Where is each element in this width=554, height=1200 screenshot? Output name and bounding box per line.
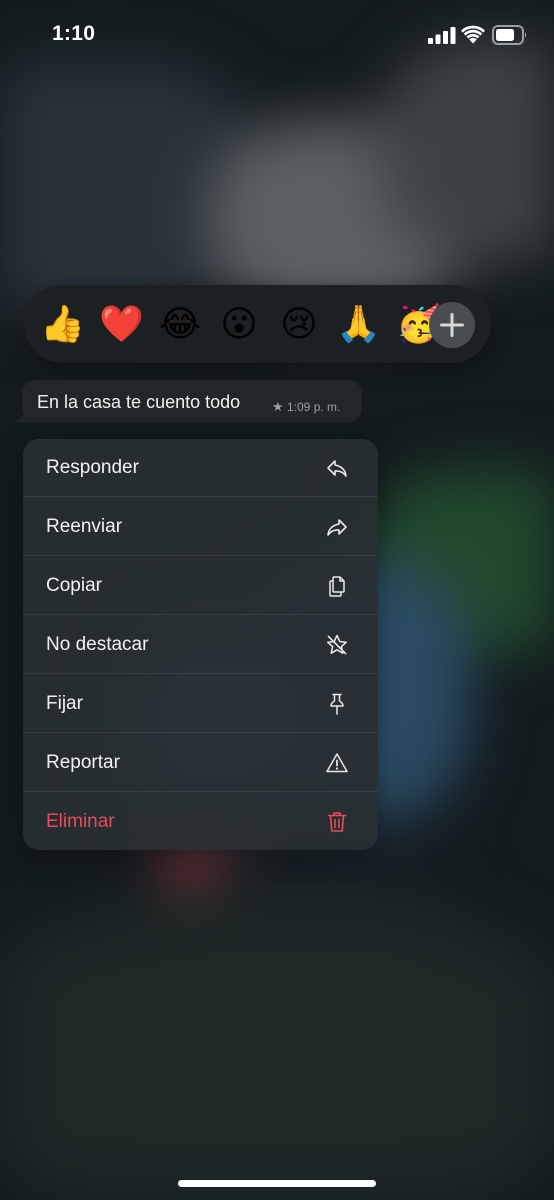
reaction-crying[interactable]: 😢 [277,303,321,347]
copy-icon [329,576,345,597]
menu-item-reply[interactable]: Responder [23,439,378,497]
message-meta: ★ 1:09 p. m. [272,399,340,415]
menu-item-pin[interactable]: Fijar [23,675,378,733]
menu-item-label: Eliminar [46,811,115,832]
menu-item-copy[interactable]: Copiar [23,557,378,615]
menu-item-report[interactable]: Reportar [23,734,378,792]
reply-icon [327,460,347,477]
reaction-bar: 👍 ❤️ 😂 😮 😢 🙏 🥳 [24,285,491,363]
menu-item-unstar[interactable]: No destacar [23,616,378,674]
cellular-signal-icon [428,27,456,44]
menu-item-label: Reenviar [46,516,123,537]
status-bar: 1:10 [0,0,554,70]
more-reactions-button[interactable] [429,302,475,348]
menu-item-label: Responder [46,457,139,478]
menu-item-label: Reportar [46,752,120,773]
reaction-thumbs-up[interactable]: 👍 [40,303,85,347]
message-bubble[interactable]: En la casa te cuento todo ★ 1:09 p. m. [22,380,362,422]
pin-icon [330,693,344,715]
status-time: 1:10 [52,22,96,45]
plus-icon [440,313,464,337]
unstar-icon [326,634,348,655]
starred-icon: ★ [272,399,284,414]
menu-item-forward[interactable]: Reenviar [23,498,378,556]
reaction-laughing[interactable]: 😂 [158,303,202,347]
reaction-surprised[interactable]: 😮 [217,303,261,347]
wifi-icon [461,25,485,44]
message-time: 1:09 p. m. [287,400,341,414]
menu-item-label: Fijar [46,693,83,714]
reaction-pray[interactable]: 🙏 [336,303,381,347]
menu-item-label: No destacar [46,634,149,655]
menu-item-label: Copiar [46,575,102,596]
warning-icon [326,753,348,773]
message-text: En la casa te cuento todo [37,392,241,412]
home-indicator[interactable] [178,1180,376,1187]
reaction-heart[interactable]: ❤️ [99,303,144,347]
forward-icon [327,519,347,536]
message-context-menu: Responder Reenviar Copiar No destacar Fi… [23,439,378,850]
battery-icon [492,25,527,45]
trash-icon [327,812,347,832]
menu-item-delete[interactable]: Eliminar [23,793,378,850]
